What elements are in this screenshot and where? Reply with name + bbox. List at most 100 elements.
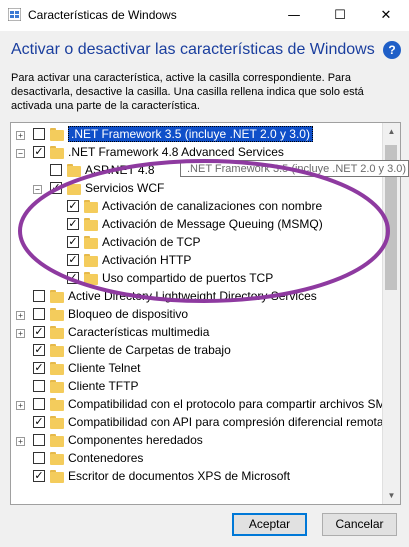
feature-checkbox[interactable]: ✓: [33, 470, 45, 482]
tree-item-label: Compatibilidad con API para compresión d…: [68, 415, 384, 429]
expand-icon[interactable]: +: [16, 401, 25, 410]
tree-item[interactable]: + Componentes heredados: [11, 432, 400, 450]
windows-features-icon: [8, 8, 21, 21]
tree-item-label: Active Directory Lightweight Directory S…: [68, 289, 317, 303]
feature-checkbox[interactable]: ✓: [67, 200, 79, 212]
tree-item[interactable]: + Compatibilidad con el protocolo para co…: [11, 396, 400, 414]
feature-checkbox[interactable]: ✓: [33, 344, 45, 356]
tree-item-label: .NET Framework 3.5 (incluye .NET 2.0 y 3…: [68, 126, 313, 142]
expand-icon[interactable]: +: [16, 329, 25, 338]
tree-item[interactable]: + .NET Framework 3.5 (incluye .NET 2.0 y …: [11, 126, 400, 144]
tree-item-label: Componentes heredados: [68, 433, 203, 447]
feature-checkbox[interactable]: ✓: [33, 326, 45, 338]
tree-item-label: Cliente de Carpetas de trabajo: [68, 343, 231, 357]
tree-item[interactable]: + ✓ Características multimedia: [11, 324, 400, 342]
expand-icon[interactable]: +: [16, 131, 25, 140]
tree-item[interactable]: ✓ Uso compartido de puertos TCP: [11, 270, 400, 288]
folder-icon: [84, 272, 98, 285]
tree-item-label: Servicios WCF: [85, 181, 165, 195]
features-tree[interactable]: + .NET Framework 3.5 (incluye .NET 2.0 y …: [10, 122, 401, 505]
tree-item[interactable]: − ✓ Servicios WCF: [11, 180, 400, 198]
folder-icon: [50, 128, 64, 141]
tree-item[interactable]: + Bloqueo de dispositivo: [11, 306, 400, 324]
feature-checkbox[interactable]: ✓: [50, 182, 62, 194]
expand-icon[interactable]: +: [16, 437, 25, 446]
maximize-button[interactable]: ☐: [317, 0, 363, 31]
folder-icon: [84, 200, 98, 213]
accept-button[interactable]: Aceptar: [232, 513, 307, 536]
folder-icon: [50, 380, 64, 393]
tree-item[interactable]: ✓ Cliente de Carpetas de trabajo: [11, 342, 400, 360]
folder-icon: [67, 164, 81, 177]
feature-checkbox[interactable]: [33, 308, 45, 320]
tree-item-label: Activación de TCP: [102, 235, 201, 249]
folder-icon: [84, 236, 98, 249]
tree-item-label: Cliente TFTP: [68, 379, 139, 393]
tooltip: .NET Framework 3.5 (incluye .NET 2.0 y 3…: [180, 160, 409, 177]
feature-checkbox[interactable]: [33, 128, 45, 140]
tree-item-label: Compatibilidad con el protocolo para com…: [68, 397, 386, 411]
minimize-button[interactable]: —: [271, 0, 317, 31]
window-title: Características de Windows: [28, 8, 177, 22]
tree-item-label: Cliente Telnet: [68, 361, 141, 375]
scroll-up-icon[interactable]: ▲: [383, 123, 400, 140]
tree-item[interactable]: Active Directory Lightweight Directory S…: [11, 288, 400, 306]
close-button[interactable]: ✕: [363, 0, 409, 31]
scroll-down-icon[interactable]: ▼: [383, 487, 400, 504]
folder-icon: [84, 254, 98, 267]
tree-item-label: .NET Framework 4.8 Advanced Services: [68, 145, 284, 159]
tree-item[interactable]: Contenedores: [11, 450, 400, 468]
feature-checkbox[interactable]: [33, 434, 45, 446]
feature-checkbox[interactable]: ✓: [67, 236, 79, 248]
folder-icon: [50, 146, 64, 159]
expand-icon[interactable]: +: [16, 311, 25, 320]
tree-item[interactable]: Cliente TFTP: [11, 378, 400, 396]
tree-item[interactable]: ✓ Activación de canalizaciones con nombre: [11, 198, 400, 216]
tree-item-label: Activación HTTP: [102, 253, 192, 267]
cancel-button[interactable]: Cancelar: [322, 513, 397, 536]
folder-icon: [50, 344, 64, 357]
feature-checkbox[interactable]: ✓: [33, 416, 45, 428]
help-icon[interactable]: ?: [383, 41, 401, 59]
vertical-scrollbar[interactable]: ▲ ▼: [382, 123, 400, 504]
folder-icon: [50, 308, 64, 321]
feature-checkbox[interactable]: ✓: [33, 362, 45, 374]
tree-item-label: ASP.NET 4.8: [85, 163, 155, 177]
tree-item-label: Contenedores: [68, 451, 144, 465]
folder-icon: [50, 326, 64, 339]
tree-item-label: Características multimedia: [68, 325, 210, 339]
feature-checkbox[interactable]: [33, 380, 45, 392]
tree-item-label: Escritor de documentos XPS de Microsoft: [68, 469, 291, 483]
tree-item[interactable]: ✓ Escritor de documentos XPS de Microsoft: [11, 468, 400, 486]
feature-checkbox[interactable]: ✓: [67, 254, 79, 266]
tree-item-label: Bloqueo de dispositivo: [68, 307, 189, 321]
description-text: Para activar una característica, active …: [11, 72, 364, 112]
folder-icon: [67, 182, 81, 195]
title-bar: Características de Windows — ☐ ✕: [0, 0, 409, 31]
tree-item[interactable]: ✓ Cliente Telnet: [11, 360, 400, 378]
feature-checkbox[interactable]: [33, 290, 45, 302]
feature-checkbox[interactable]: [33, 398, 45, 410]
tree-item[interactable]: ✓ Activación de TCP: [11, 234, 400, 252]
tree-item-label: Uso compartido de puertos TCP: [102, 271, 274, 285]
folder-icon: [50, 452, 64, 465]
collapse-icon[interactable]: −: [33, 185, 42, 194]
collapse-icon[interactable]: −: [16, 149, 25, 158]
folder-icon: [50, 434, 64, 447]
feature-checkbox[interactable]: ✓: [33, 146, 45, 158]
feature-checkbox[interactable]: [33, 452, 45, 464]
folder-icon: [50, 416, 64, 429]
page-title: Activar o desactivar las características…: [11, 41, 375, 58]
folder-icon: [50, 398, 64, 411]
tree-item[interactable]: ✓ Activación de Message Queuing (MSMQ): [11, 216, 400, 234]
feature-checkbox[interactable]: ✓: [67, 272, 79, 284]
tree-item-label: Activación de Message Queuing (MSMQ): [102, 217, 323, 231]
tree-item-label: Activación de canalizaciones con nombre: [102, 199, 323, 213]
feature-checkbox[interactable]: [50, 164, 62, 176]
folder-icon: [50, 290, 64, 303]
folder-icon: [50, 362, 64, 375]
tree-item[interactable]: ✓ Compatibilidad con API para compresión …: [11, 414, 400, 432]
folder-icon: [84, 218, 98, 231]
tree-item[interactable]: ✓ Activación HTTP: [11, 252, 400, 270]
feature-checkbox[interactable]: ✓: [67, 218, 79, 230]
